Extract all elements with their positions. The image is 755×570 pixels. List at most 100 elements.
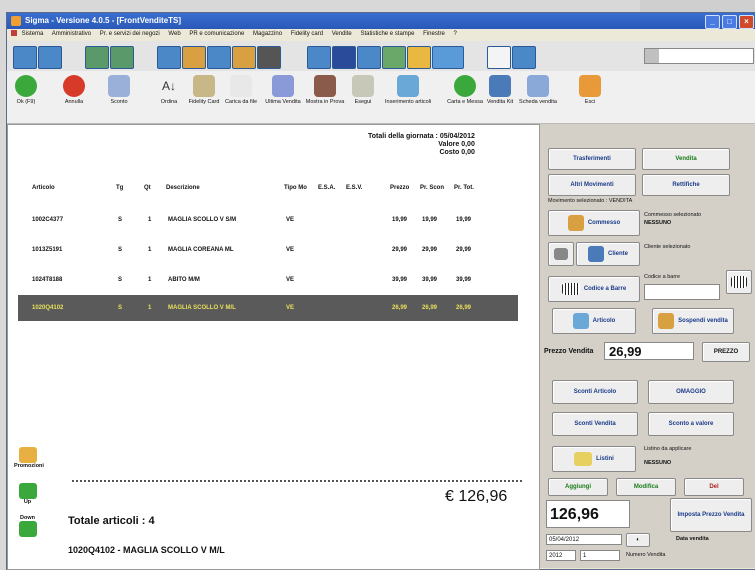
imposta-prezzo-button[interactable]: Imposta Prezzo Vendita xyxy=(670,498,752,532)
date-input[interactable]: 05/04/2012 xyxy=(546,534,622,545)
col-prezzo: Prezzo xyxy=(390,185,410,191)
omaggio-button[interactable]: OMAGGIO xyxy=(648,380,734,404)
prezzo-vendita-input[interactable]: 26,99 xyxy=(604,342,694,360)
sconto-button[interactable]: Sconto xyxy=(103,75,135,105)
menu-servizi-negozi[interactable]: Pr. e servizi dei negozi xyxy=(100,31,160,37)
toolbar-icon-2[interactable] xyxy=(38,46,62,69)
inserimento-articoli-button[interactable]: Inserimento articoli xyxy=(385,75,431,105)
menu-web[interactable]: Web xyxy=(168,31,180,37)
daily-totals: Totali della giornata : 05/04/2012 Valor… xyxy=(368,133,475,157)
down-button[interactable]: Down xyxy=(14,515,41,537)
sconto-valore-button[interactable]: Sconto a valore xyxy=(648,412,734,436)
up-button[interactable]: Up xyxy=(14,483,41,505)
sconti-vendita-button[interactable]: Sconti Vendita xyxy=(552,412,638,436)
toolbar-icon-17[interactable] xyxy=(512,46,536,69)
col-esv: E.S.V. xyxy=(346,185,363,191)
shirt-icon xyxy=(397,75,419,97)
esegui-button[interactable]: Esegui xyxy=(347,75,379,105)
control-panel: Trasferimenti Vendita Altri Movimenti Re… xyxy=(540,124,755,568)
ultima-vendita-button[interactable]: Ultima Vendita xyxy=(263,75,303,105)
toolbar-icon-7[interactable] xyxy=(207,46,231,69)
cancel-icon xyxy=(63,75,85,97)
table-row[interactable]: 1002C4377 S 1 MAGLIA SCOLLO V S/M VE 19,… xyxy=(22,213,517,227)
card-icon xyxy=(554,248,568,260)
table-row-selected[interactable]: 1020Q4102 S 1 MAGLIA SCOLLO V M/L VE 26,… xyxy=(18,295,518,321)
fidelity-card-button[interactable]: Fidelity Card xyxy=(187,75,221,105)
icon-toolbar xyxy=(7,41,755,72)
carta-messa-button[interactable]: Carta e Messa xyxy=(447,75,483,105)
table-row[interactable]: 1024T8188 S 1 ABITO M/M VE 39,99 39,99 3… xyxy=(22,273,517,287)
menu-pr[interactable]: PR e comunicazione xyxy=(189,31,244,37)
mostra-prova-button[interactable]: Mostra in Prova xyxy=(305,75,345,105)
toolbar-icon-15[interactable] xyxy=(432,46,464,69)
pause-person-icon xyxy=(658,313,675,329)
minimize-button[interactable]: _ xyxy=(705,15,720,29)
annulla-button[interactable]: Annulla xyxy=(59,75,89,105)
articolo-button[interactable]: Articolo xyxy=(552,308,636,334)
barcode-icon xyxy=(731,276,747,288)
window-title: Sigma - Versione 4.0.5 - [FrontVenditeTS… xyxy=(25,16,182,25)
toolbar-scrollbar[interactable] xyxy=(644,48,754,64)
scheda-vendita-button[interactable]: Scheda vendita xyxy=(517,75,559,105)
sconti-articolo-button[interactable]: Sconti Articolo xyxy=(552,380,638,404)
carica-file-button[interactable]: Carica da file xyxy=(221,75,261,105)
action-toolbar: Ok (F9) Annulla Sconto A↓ Ordina Fidelity… xyxy=(7,71,755,124)
run-icon xyxy=(352,75,374,97)
maximize-button[interactable]: □ xyxy=(722,15,737,29)
prezzo-button[interactable]: PREZZO xyxy=(702,342,750,362)
menu-fidelity[interactable]: Fidelity card xyxy=(291,31,323,37)
barcode-input[interactable] xyxy=(644,284,720,300)
toolbar-icon-1[interactable] xyxy=(13,46,37,69)
toolbar-icon-12[interactable] xyxy=(357,46,381,69)
movimento-selezionato: Movimento selezionato : VENDITA xyxy=(548,198,633,204)
toolbar-icon-10[interactable] xyxy=(307,46,331,69)
menu-vendite[interactable]: Vendite xyxy=(332,31,352,37)
toolbar-icon-3[interactable] xyxy=(85,46,109,69)
col-articolo: Articolo xyxy=(32,185,55,191)
menu-magazzino[interactable]: Magazzino xyxy=(253,31,282,37)
commesso-button[interactable]: Commesso xyxy=(548,210,640,236)
toolbar-icon-8[interactable] xyxy=(232,46,256,69)
menu-help[interactable]: ? xyxy=(454,31,457,37)
scroll-thumb[interactable] xyxy=(645,49,659,63)
sospendi-button[interactable]: Sospendi vendita xyxy=(652,308,734,334)
ok-button[interactable]: Ok (F9) xyxy=(11,75,41,105)
cliente-button[interactable]: Cliente xyxy=(576,242,640,266)
listini-button[interactable]: Listini xyxy=(552,446,636,472)
menu-sistema[interactable]: Sistema xyxy=(22,31,44,37)
aggiungi-button[interactable]: Aggiungi xyxy=(548,478,608,496)
toolbar-icon-4[interactable] xyxy=(110,46,134,69)
altri-movimenti-button[interactable]: Altri Movimenti xyxy=(548,174,636,196)
ordina-button[interactable]: A↓ Ordina xyxy=(154,75,184,105)
total-articles: Totale articoli : 4 xyxy=(68,515,155,527)
year-input[interactable]: 2012 xyxy=(546,550,576,561)
codice-barre-button[interactable]: Codice a Barre xyxy=(548,276,640,302)
title-bar: Sigma - Versione 4.0.5 - [FrontVenditeTS… xyxy=(7,13,755,29)
toolbar-icon-13[interactable] xyxy=(382,46,406,69)
toolbar-icon-14[interactable] xyxy=(407,46,431,69)
toolbar-icon-9[interactable] xyxy=(257,46,281,69)
del-button[interactable]: Del xyxy=(684,478,744,496)
esci-button[interactable]: Esci xyxy=(577,75,603,105)
close-button[interactable]: × xyxy=(739,15,754,29)
promozioni-button[interactable]: Promozioni xyxy=(14,447,44,469)
barcode-scan-button[interactable] xyxy=(726,270,752,294)
menu-finestre[interactable]: Finestre xyxy=(423,31,445,37)
numero-input[interactable]: 1 xyxy=(580,550,620,561)
modifica-button[interactable]: Modifica xyxy=(616,478,676,496)
vendita-kit-button[interactable]: Vendita Kit xyxy=(484,75,516,105)
toolbar-icon-16[interactable] xyxy=(487,46,511,69)
commesso-value: NESSUNO xyxy=(644,220,672,226)
rettifiche-button[interactable]: Rettifiche xyxy=(642,174,730,196)
trasferimenti-button[interactable]: Trasferimenti xyxy=(548,148,636,170)
menu-statistiche[interactable]: Statistiche e stampe xyxy=(360,31,414,37)
calendar-button[interactable]: ◐ xyxy=(626,533,650,547)
toolbar-icon-11[interactable] xyxy=(332,46,356,69)
toolbar-icon-5[interactable] xyxy=(157,46,181,69)
vendita-button[interactable]: Vendita xyxy=(642,148,730,170)
data-vendita-label: Data vendita xyxy=(676,536,709,542)
cliente-extra-button[interactable] xyxy=(548,242,574,266)
table-row[interactable]: 1013Z5191 S 1 MAGLIA COREANA ML VE 29,99… xyxy=(22,243,517,257)
menu-amministrativo[interactable]: Amministrativo xyxy=(52,31,91,37)
toolbar-icon-6[interactable] xyxy=(182,46,206,69)
